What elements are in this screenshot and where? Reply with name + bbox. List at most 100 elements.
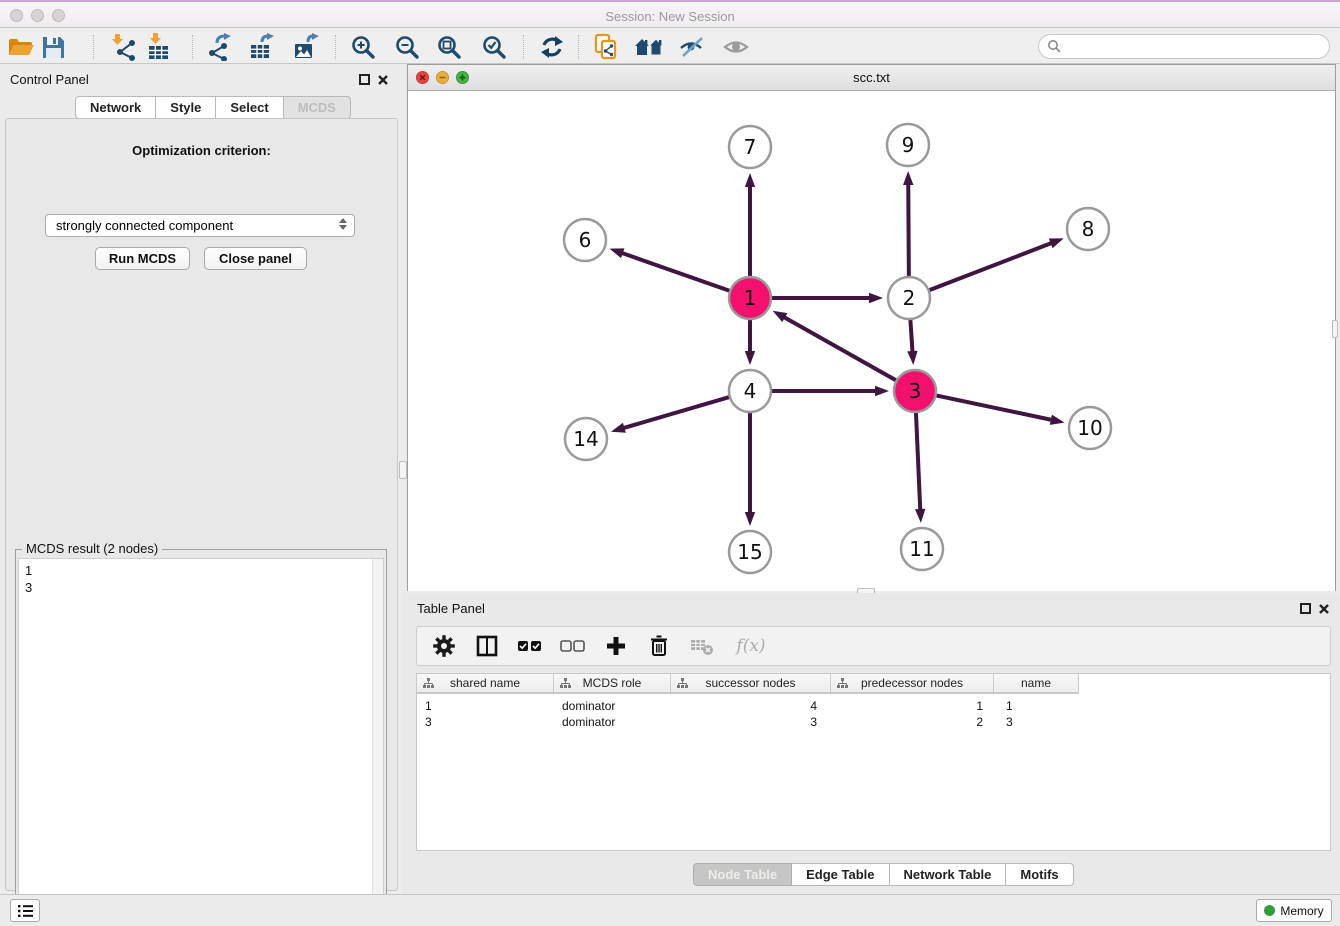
open-session-button[interactable] — [5, 33, 37, 61]
graph-node-14[interactable]: 14 — [565, 418, 607, 460]
graph-edge-3-10[interactable] — [933, 395, 1065, 425]
refresh-view-button[interactable] — [536, 33, 568, 61]
close-panel-action-button[interactable]: Close panel — [204, 247, 307, 270]
open-folder-icon — [7, 34, 35, 60]
tab-select[interactable]: Select — [216, 96, 283, 119]
tab-motifs[interactable]: Motifs — [1006, 863, 1073, 886]
column-header-name[interactable]: name — [994, 674, 1079, 694]
cell-shared-name[interactable]: 3 — [425, 715, 432, 729]
graph-edge-1-2[interactable] — [768, 293, 883, 303]
svg-text:10: 10 — [1077, 416, 1102, 440]
svg-text:9: 9 — [902, 133, 915, 157]
new-network-from-selection-button[interactable] — [590, 33, 622, 61]
cell-name[interactable]: 1 — [1006, 699, 1013, 713]
zoom-selected-button[interactable] — [478, 33, 510, 61]
graph-edge-1-4[interactable] — [745, 316, 755, 365]
memory-label: Memory — [1280, 904, 1323, 918]
hide-selected-button[interactable] — [676, 33, 708, 61]
zoom-in-button[interactable] — [347, 33, 379, 61]
column-header-shared-name[interactable]: shared name — [417, 674, 554, 694]
svg-text:8: 8 — [1082, 217, 1095, 241]
save-session-button[interactable] — [37, 33, 69, 61]
run-mcds-button[interactable]: Run MCDS — [95, 247, 190, 270]
graph-edge-3-11[interactable] — [915, 409, 925, 523]
delete-column-button[interactable] — [646, 633, 672, 659]
table-panel-title: Table Panel — [417, 601, 485, 616]
cell-predecessor-nodes[interactable]: 2 — [831, 715, 983, 729]
cell-mcds-role[interactable]: dominator — [562, 715, 615, 729]
status-bar: Memory — [0, 894, 1340, 926]
column-header-mcds-role[interactable]: MCDS role — [554, 674, 671, 694]
search-box[interactable] — [1038, 34, 1330, 59]
graph-node-8[interactable]: 8 — [1067, 208, 1109, 250]
export-table-button[interactable] — [246, 33, 278, 61]
graph-edge-4-14[interactable] — [611, 396, 733, 433]
main-titlebar: Session: New Session — [0, 0, 1340, 28]
fx-icon: f(x) — [736, 636, 765, 656]
cell-shared-name[interactable]: 1 — [425, 699, 432, 713]
zoom-out-icon — [394, 34, 420, 60]
close-panel-button[interactable] — [377, 73, 389, 91]
tab-node-table[interactable]: Node Table — [693, 863, 792, 886]
zoom-out-button[interactable] — [391, 33, 423, 61]
graph-node-1[interactable]: 1 — [729, 277, 771, 319]
vertical-splitter-grip[interactable] — [399, 461, 407, 479]
cell-successor-nodes[interactable]: 3 — [671, 715, 817, 729]
graph-edge-2-9[interactable] — [903, 171, 913, 280]
tab-network[interactable]: Network — [75, 96, 156, 119]
graph-edge-1-6[interactable] — [610, 248, 733, 292]
import-table-button[interactable] — [143, 33, 175, 61]
tab-style[interactable]: Style — [156, 96, 216, 119]
mcds-result-title: MCDS result (2 nodes) — [22, 541, 162, 556]
column-label: successor nodes — [705, 676, 795, 690]
graph-node-15[interactable]: 15 — [729, 531, 771, 573]
network-window-titlebar[interactable]: scc.txt — [408, 65, 1335, 91]
graph-edge-2-3[interactable] — [907, 316, 917, 365]
import-network-button[interactable] — [107, 33, 139, 61]
cell-mcds-role[interactable]: dominator — [562, 699, 615, 713]
export-network-button[interactable] — [205, 33, 237, 61]
graph-node-4[interactable]: 4 — [729, 370, 771, 412]
graph-node-10[interactable]: 10 — [1069, 407, 1111, 449]
unselect-all-columns-button[interactable] — [560, 633, 586, 659]
column-header-successor-nodes[interactable]: successor nodes — [671, 674, 831, 694]
network-canvas[interactable]: 7 9 6 8 1 2 4 3 14 10 15 11 — [408, 91, 1335, 591]
cell-successor-nodes[interactable]: 4 — [671, 699, 817, 713]
criterion-dropdown[interactable]: strongly connected component — [45, 214, 355, 237]
column-settings-button[interactable] — [431, 633, 457, 659]
graph-edge-2-8[interactable] — [926, 238, 1064, 291]
graph-node-9[interactable]: 9 — [887, 124, 929, 166]
memory-button[interactable]: Memory — [1256, 899, 1332, 922]
table-float-button[interactable] — [1300, 603, 1311, 614]
tab-edge-table[interactable]: Edge Table — [792, 863, 889, 886]
column-label: name — [1021, 676, 1051, 690]
result-scrollbar[interactable] — [372, 559, 383, 922]
control-panel-tabs: Network Style Select MCDS — [75, 96, 351, 119]
cell-name[interactable]: 3 — [1006, 715, 1013, 729]
graph-node-2[interactable]: 2 — [888, 277, 930, 319]
graph-node-3[interactable]: 3 — [894, 370, 936, 412]
graph-edge-4-3[interactable] — [768, 386, 889, 396]
create-column-button[interactable] — [603, 633, 629, 659]
cell-predecessor-nodes[interactable]: 1 — [831, 699, 983, 713]
graph-edge-1-7[interactable] — [745, 173, 755, 280]
select-all-columns-button[interactable] — [517, 633, 543, 659]
mcds-result-list[interactable]: 1 3 — [18, 558, 384, 923]
zoom-fit-button[interactable] — [433, 33, 465, 61]
graph-node-11[interactable]: 11 — [901, 528, 943, 570]
first-neighbors-button[interactable] — [633, 33, 665, 61]
right-splitter-grip[interactable] — [1332, 320, 1338, 338]
tab-network-table[interactable]: Network Table — [890, 863, 1007, 886]
table-close-button[interactable] — [1318, 602, 1330, 620]
graph-node-6[interactable]: 6 — [564, 219, 606, 261]
float-panel-button[interactable] — [359, 74, 370, 85]
tab-mcds[interactable]: MCDS — [284, 96, 351, 119]
search-input[interactable] — [1066, 37, 1329, 57]
graph-edge-3-1[interactable] — [773, 311, 900, 382]
graph-node-7[interactable]: 7 — [729, 126, 771, 168]
column-header-predecessor-nodes[interactable]: predecessor nodes — [831, 674, 994, 694]
task-history-button[interactable] — [10, 899, 40, 922]
graph-edge-4-15[interactable] — [745, 409, 755, 526]
show-column-panel-button[interactable] — [474, 633, 500, 659]
export-image-button[interactable] — [290, 33, 322, 61]
